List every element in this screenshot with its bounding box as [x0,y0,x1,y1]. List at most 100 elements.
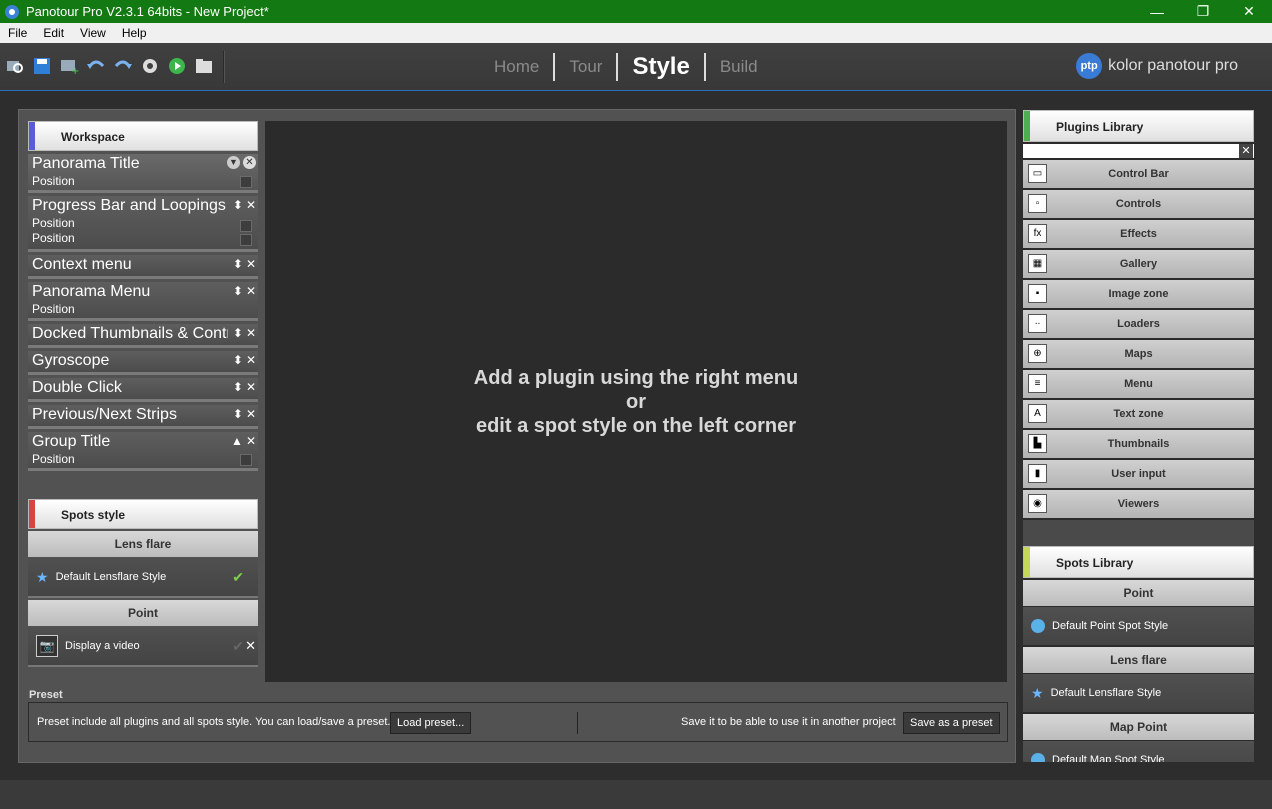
spot-library-default-point[interactable]: Default Point Spot Style [1023,607,1254,645]
plugin-item-menu[interactable]: ≡ Menu [1023,370,1254,398]
folder-icon[interactable] [193,55,215,77]
workspace-item-docked-thumbnails[interactable]: Docked Thumbnails & Contro ⬍ ✕ [28,324,258,348]
move-up-icon[interactable]: ▲ [231,434,243,448]
menu-file[interactable]: File [0,23,35,43]
tab-build[interactable]: Build [706,53,772,81]
maximize-button[interactable]: ❐ [1180,0,1226,23]
tab-home[interactable]: Home [480,53,553,81]
clear-search-icon[interactable]: ✕ [1239,144,1253,158]
remove-icon[interactable]: ✕ [246,284,256,298]
plugin-item-effects[interactable]: fx Effects [1023,220,1254,248]
reorder-icon[interactable]: ⬍ [233,257,243,271]
canvas-message-line1: Add a plugin using the right menu [473,366,799,389]
tab-style[interactable]: Style [618,53,703,81]
workspace-item-progress-bar[interactable]: Progress Bar and Loopings Position Posit… [28,196,258,252]
workspace-item-name: Double Click [32,379,122,396]
reorder-icon[interactable]: ⬍ [233,198,243,212]
remove-icon[interactable]: ✕ [246,380,256,394]
reorder-icon[interactable]: ⬍ [233,284,243,298]
plugin-item-thumbnails[interactable]: ▙ Thumbnails [1023,430,1254,458]
menu-help[interactable]: Help [114,23,155,43]
spot-style-display-video[interactable]: 📷 Display a video ✔ ✕ [28,627,258,667]
plugin-item-loaders[interactable]: ∙∙ Loaders [1023,310,1254,338]
lens-flare-category[interactable]: Lens flare [1023,647,1254,673]
reorder-icon[interactable]: ⬍ [233,353,243,367]
position-checkbox[interactable] [240,176,252,188]
point-category[interactable]: Point [1023,580,1254,606]
plugins-library-title: Plugins Library [1056,120,1144,134]
spots-library-title: Spots Library [1056,556,1134,570]
workspace-item-name: Docked Thumbnails & Contro [32,325,228,342]
plugin-item-viewers[interactable]: ◉ Viewers [1023,490,1254,518]
map-point-category[interactable]: Map Point [1023,714,1254,740]
viewers-icon: ◉ [1028,494,1047,513]
save-preset-button[interactable]: Save as a preset [903,712,1000,734]
spots-style-title: Spots style [61,508,126,522]
workspace-item-context-menu[interactable]: Context menu ⬍ ✕ [28,255,258,279]
menu-edit[interactable]: Edit [35,23,72,43]
remove-icon[interactable]: ✕ [245,638,256,654]
panel-spacer [28,471,258,499]
plugin-item-label: Thumbnails [1107,438,1170,450]
plugin-item-text-zone[interactable]: A Text zone [1023,400,1254,428]
tab-tour[interactable]: Tour [555,53,616,81]
browse-icon[interactable] [4,55,26,77]
workspace-item-position: Position [32,452,75,466]
remove-icon[interactable]: ✕ [246,257,256,271]
circle-icon [1031,619,1045,633]
star-icon: ★ [1031,684,1044,701]
minimize-button[interactable]: — [1134,0,1180,23]
workspace-title: Workspace [61,130,125,144]
spot-library-default-lensflare[interactable]: ★ Default Lensflare Style [1023,674,1254,712]
collapse-icon[interactable]: ▼ [227,156,240,169]
remove-icon[interactable]: ✕ [246,353,256,367]
spot-library-label: Default Point Spot Style [1052,620,1169,632]
workspace-item-previous-next-strips[interactable]: Previous/Next Strips ⬍ ✕ [28,405,258,429]
remove-icon[interactable]: ✕ [246,326,256,340]
preview-canvas: Add a plugin using the right menu or edi… [265,121,1007,682]
spot-style-default-lensflare[interactable]: ★ Default Lensflare Style ✔ [28,558,258,598]
reorder-icon[interactable]: ⬍ [233,407,243,421]
plugin-item-label: Image zone [1108,288,1169,300]
load-preset-button[interactable]: Load preset... [390,712,472,734]
add-panorama-icon[interactable]: + [58,55,80,77]
play-icon[interactable] [166,55,188,77]
reorder-icon[interactable]: ⬍ [233,380,243,394]
redo-icon[interactable] [112,55,134,77]
workspace-item-gyroscope[interactable]: Gyroscope ⬍ ✕ [28,351,258,375]
close-button[interactable]: ✕ [1226,0,1272,23]
position-checkbox[interactable] [240,234,252,246]
workspace-item-double-click[interactable]: Double Click ⬍ ✕ [28,378,258,402]
workspace-item-panorama-title[interactable]: Panorama Title Position ▼ ✕ [28,154,258,193]
position-checkbox[interactable] [240,454,252,466]
preset-info: Preset include all plugins and all spots… [37,716,391,728]
spot-library-default-map-point[interactable]: Default Map Spot Style [1023,741,1254,762]
menu-view[interactable]: View [72,23,114,43]
undo-icon[interactable] [85,55,107,77]
plugin-item-maps[interactable]: ⊕ Maps [1023,340,1254,368]
reorder-icon[interactable]: ⬍ [233,326,243,340]
remove-icon[interactable]: ✕ [246,407,256,421]
plugin-item-label: Menu [1124,378,1153,390]
remove-icon[interactable]: ✕ [243,156,256,169]
lens-flare-category[interactable]: Lens flare [28,531,258,557]
plugin-item-controls[interactable]: ▫ Controls [1023,190,1254,218]
settings-gear-icon[interactable] [139,55,161,77]
save-icon[interactable] [31,55,53,77]
plugin-item-gallery[interactable]: ▦ Gallery [1023,250,1254,278]
plugin-item-user-input[interactable]: ▮ User input [1023,460,1254,488]
checkmark-icon: ✔ [232,637,244,654]
remove-icon[interactable]: ✕ [246,198,256,212]
position-checkbox[interactable] [240,220,252,232]
workspace-item-group-title[interactable]: Group Title Position ▲ ✕ [28,432,258,471]
workspace-item-panorama-menu[interactable]: Panorama Menu Position ⬍ ✕ [28,282,258,321]
plugin-item-control-bar[interactable]: ▭ Control Bar [1023,160,1254,188]
effects-icon: fx [1028,224,1047,243]
plugin-search-input[interactable]: ✕ [1023,144,1254,158]
camera-icon: 📷 [36,635,58,657]
title-bar: Panotour Pro V2.3.1 64bits - New Project… [0,0,1272,23]
spots-style-header: Spots style [28,499,258,529]
plugin-item-image-zone[interactable]: ▪ Image zone [1023,280,1254,308]
remove-icon[interactable]: ✕ [246,434,256,448]
point-category[interactable]: Point [28,600,258,626]
